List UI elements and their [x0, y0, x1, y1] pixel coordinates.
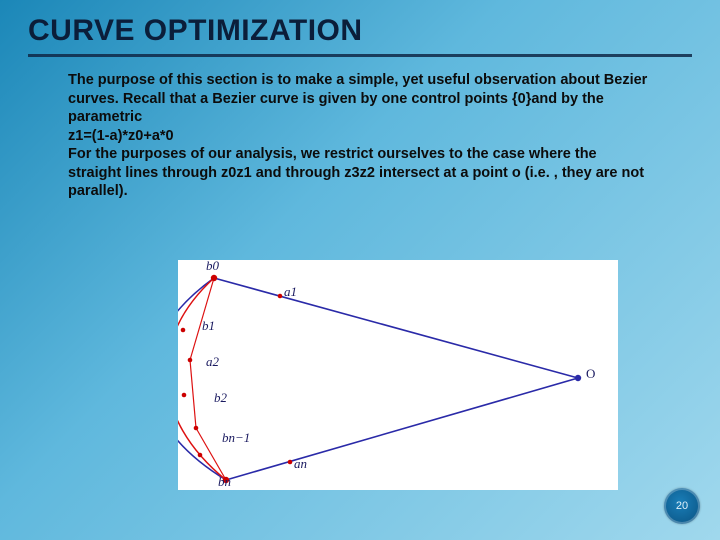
body-paragraph-1: The purpose of this section is to make a…	[68, 71, 648, 127]
body-formula: z1=(1-a)*z0+a*0	[68, 127, 648, 146]
bezier-diagram: b0 a1 b1 a2 b2 bn−1 an bn O	[178, 260, 618, 490]
page-number: 20	[676, 500, 688, 512]
label-b1: b1	[202, 318, 215, 334]
label-an: an	[294, 456, 307, 472]
page-number-badge: 20	[664, 488, 700, 524]
label-bn: bn	[218, 474, 231, 490]
body-paragraph-2: For the purposes of our analysis, we res…	[68, 145, 648, 201]
bezier-svg	[178, 260, 618, 490]
slide-title: CURVE OPTIMIZATION	[28, 14, 692, 57]
label-bn1: bn−1	[222, 430, 250, 446]
label-a1: a1	[284, 284, 297, 300]
label-O: O	[586, 366, 595, 382]
label-a2: a2	[206, 354, 219, 370]
label-b0: b0	[206, 258, 219, 274]
label-b2: b2	[214, 390, 227, 406]
slide-body: The purpose of this section is to make a…	[68, 71, 648, 201]
